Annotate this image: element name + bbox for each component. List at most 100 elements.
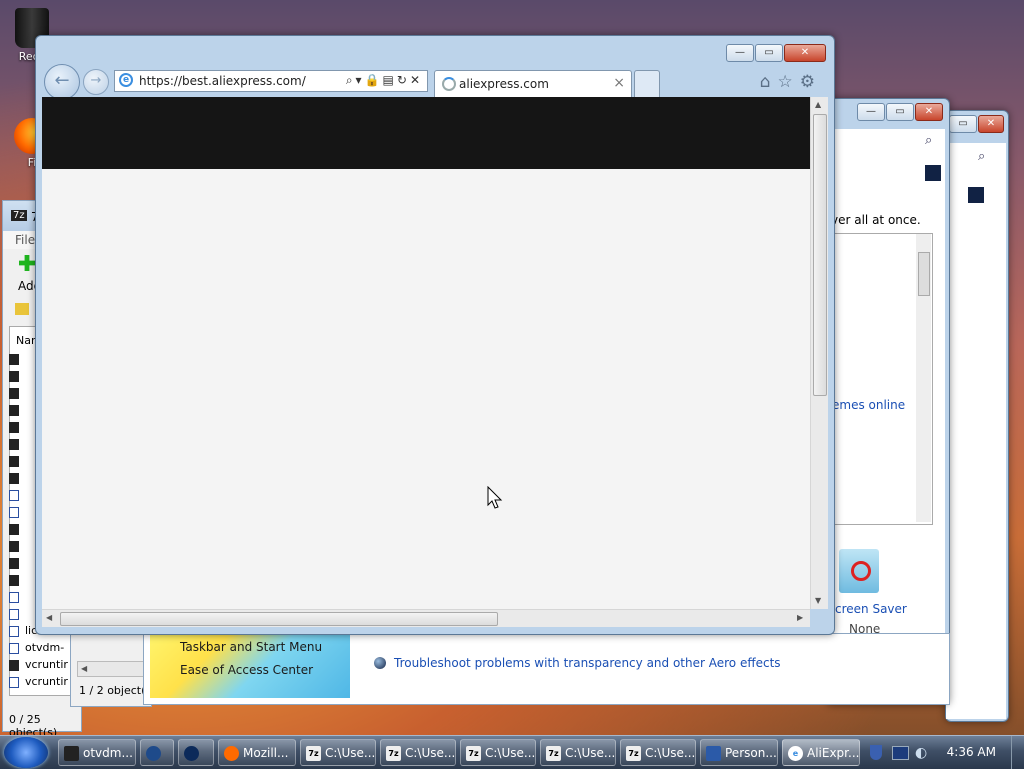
scroll-thumb[interactable] — [60, 612, 498, 626]
scroll-thumb[interactable] — [813, 114, 827, 396]
maximize-button[interactable]: ▭ — [886, 103, 914, 121]
shield-icon[interactable] — [870, 745, 882, 760]
horizontal-scrollbar[interactable]: ◀ ▶ — [42, 609, 810, 627]
taskbar-item-personalization[interactable]: Person... — [700, 739, 778, 766]
stop-icon[interactable]: ✕ — [410, 73, 423, 87]
scroll-left-icon[interactable]: ◀ — [81, 664, 87, 673]
7zip-icon: 7z — [626, 746, 641, 761]
folder-icon — [9, 370, 19, 382]
search-icon[interactable]: ⌕ — [925, 133, 932, 148]
folder-icon — [9, 353, 19, 365]
taskbar-item-7zip[interactable]: 7z C:\Use... — [540, 739, 616, 766]
see-also-banner: Taskbar and Start Menu Ease of Access Ce… — [150, 634, 350, 698]
taskbar-item-7zip[interactable]: 7z C:\Use... — [460, 739, 536, 766]
restore-button[interactable]: ▭ — [949, 115, 977, 133]
new-tab-button[interactable] — [634, 70, 660, 97]
ie-toolbar-icons: ⌂☆⚙ — [760, 72, 822, 92]
clock[interactable]: 4:36 AM — [947, 736, 996, 769]
show-desktop-button[interactable] — [1011, 736, 1024, 769]
search-icon[interactable]: ⌕ — [346, 73, 356, 87]
search-icon[interactable]: ⌕ — [978, 149, 985, 164]
favorites-star-icon[interactable]: ☆ — [778, 72, 800, 92]
taskbar: otvdm... Mozill... 7z C:\Use... 7z C:\Use.… — [0, 735, 1024, 769]
address-bar[interactable]: e https://best.aliexpress.com/ ⌕▾🔒▤↻✕ — [114, 70, 428, 92]
taskbar-item-firefox[interactable]: Mozill... — [218, 739, 296, 766]
file-icon — [9, 574, 19, 586]
tab-close-icon[interactable]: × — [613, 75, 625, 91]
address-bar-tools: ⌕▾🔒▤↻✕ — [346, 73, 423, 88]
taskbar-item-media[interactable] — [140, 739, 174, 766]
menu-file[interactable]: File — [15, 233, 35, 247]
page-content[interactable] — [42, 97, 810, 624]
media-player-icon — [146, 746, 161, 761]
taskbar-item-7zip[interactable]: 7z C:\Use... — [300, 739, 376, 766]
add-icon[interactable] — [19, 255, 35, 271]
close-button[interactable]: ✕ — [915, 103, 943, 121]
personalization-window-back: ▭ ✕ ⌕ — [945, 110, 1009, 722]
home-icon[interactable]: ⌂ — [760, 72, 778, 92]
taskbar-item-7zip[interactable]: 7z C:\Use... — [620, 739, 696, 766]
compat-view-icon[interactable]: ▤ — [383, 73, 397, 87]
lock-icon[interactable]: 🔒 — [365, 73, 383, 87]
minimize-button[interactable]: — — [857, 103, 885, 121]
file-icon — [9, 557, 19, 569]
taskbar-item-7zip[interactable]: 7z C:\Use... — [380, 739, 456, 766]
start-button[interactable] — [4, 737, 48, 768]
firefox-icon — [224, 746, 239, 761]
ie-page-icon: e — [119, 73, 133, 87]
forward-arrow-icon: → — [90, 73, 102, 88]
ease-of-access-link[interactable]: Ease of Access Center — [180, 663, 313, 677]
refresh-icon[interactable]: ↻ — [397, 73, 410, 87]
personalization-window: — ▭ ✕ ⌕ ver all at once. emes online cre… — [826, 98, 950, 705]
scroll-up-icon[interactable]: ▲ — [815, 100, 821, 109]
taskbar-item-otvdm[interactable]: otvdm... — [58, 739, 136, 766]
taskbar-item-aliexpress[interactable]: e AliExpr... — [782, 739, 860, 766]
file-icon — [9, 608, 19, 620]
folder-icon — [9, 387, 19, 399]
taskbar-item-app[interactable] — [178, 739, 214, 766]
screen-saver-icon[interactable] — [839, 549, 879, 593]
list-item[interactable]: vcruntir — [9, 675, 75, 688]
intro-text: ver all at once. — [831, 213, 921, 227]
folder-icon — [9, 421, 19, 433]
volume-icon[interactable]: ◐ — [915, 745, 927, 761]
forward-button[interactable]: → — [83, 69, 109, 95]
app-icon — [64, 746, 79, 761]
vertical-scrollbar[interactable]: ▲ ▼ — [810, 97, 828, 609]
list-item[interactable]: vcruntir — [9, 658, 75, 671]
folder-up-icon[interactable] — [15, 303, 29, 315]
theme-thumb-icon — [968, 187, 984, 203]
7zip-window-2: ◀ 1 / 2 object(s — [70, 630, 152, 707]
tab-aliexpress[interactable]: aliexpress.com × — [434, 70, 632, 97]
file-icon — [9, 506, 19, 518]
7zip-app-icon: 7z — [11, 210, 27, 221]
network-icon[interactable] — [892, 746, 909, 760]
file-icon — [9, 591, 19, 603]
7zip-icon: 7z — [466, 746, 481, 761]
gear-icon[interactable]: ⚙ — [800, 72, 822, 92]
back-button[interactable]: ← — [44, 64, 80, 100]
file-icon — [9, 472, 19, 484]
personalize-icon — [706, 746, 721, 761]
address-text[interactable]: https://best.aliexpress.com/ — [139, 74, 306, 88]
tab-title: aliexpress.com — [459, 77, 549, 91]
scroll-thumb[interactable] — [918, 252, 930, 296]
close-button[interactable]: ✕ — [978, 115, 1004, 133]
page-header-bar — [42, 97, 810, 169]
screen-saver-link[interactable]: creen Saver — [835, 602, 907, 616]
scroll-left-icon[interactable]: ◀ — [46, 613, 52, 622]
scroll-down-icon[interactable]: ▼ — [815, 596, 821, 605]
taskbar-start-menu-link[interactable]: Taskbar and Start Menu — [180, 640, 322, 654]
scroll-right-icon[interactable]: ▶ — [797, 613, 803, 622]
file-icon — [9, 676, 19, 688]
get-themes-online-link[interactable]: emes online — [832, 398, 905, 412]
horizontal-scrollbar[interactable]: ◀ — [77, 661, 149, 677]
personalization-footer: Taskbar and Start Menu Ease of Access Ce… — [143, 633, 950, 705]
file-icon — [9, 523, 19, 535]
dropdown-icon[interactable]: ▾ — [356, 73, 365, 87]
troubleshoot-link[interactable]: Troubleshoot problems with transparency … — [394, 656, 781, 670]
list-item[interactable]: otvdm- — [9, 641, 75, 654]
vertical-scrollbar[interactable] — [916, 234, 931, 522]
theme-thumb-icon — [925, 165, 941, 181]
folder-icon — [9, 455, 19, 467]
